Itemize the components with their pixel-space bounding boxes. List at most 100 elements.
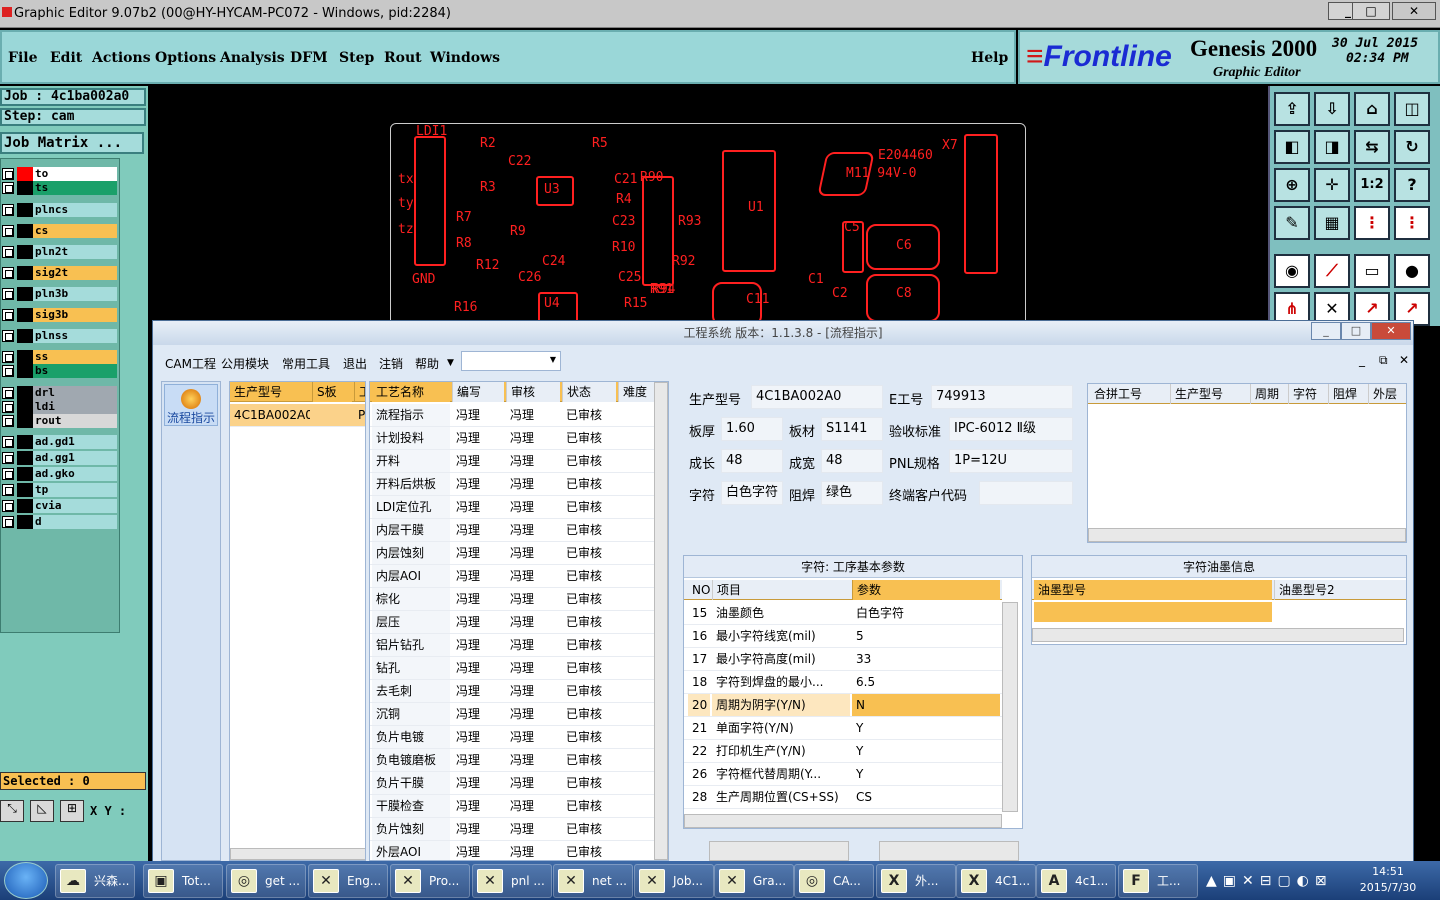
char-field[interactable]: 白色字符 [721,481,783,505]
layer-checkbox[interactable] [2,415,14,427]
standard-field[interactable]: IPC-6012 Ⅱ级 [949,417,1073,441]
table-row[interactable]: 22 打印机生产(Y/N) Y [684,740,1002,763]
table-row[interactable]: 18 字符到焊盘的最小... 6.5 [684,671,1002,694]
job-matrix-button[interactable]: Job Matrix ... [0,132,144,154]
layer-checkbox[interactable] [2,365,14,377]
home-up-icon[interactable]: ⇪ [1274,92,1310,126]
taskbar-item[interactable]: F 工... [1118,864,1198,898]
net-icon[interactable]: ⋮ [1354,206,1390,240]
taskbar-item[interactable]: ◎ CA... [794,864,874,898]
process-grid-vscroll[interactable] [654,382,668,860]
start-button[interactable] [4,862,48,899]
tray-icons[interactable]: ▲▣✕⊟▢◐⊠ [1206,873,1333,889]
layer-color-swatch[interactable] [17,245,33,259]
layer-row[interactable]: plncs [1,203,119,217]
menu-chevron-icon[interactable]: ▼ [447,358,454,368]
zoom-tool-icon[interactable]: ⤡ [0,800,24,822]
col-reviewer[interactable]: 审核 [506,382,560,402]
part-no-field[interactable]: 4C1BA002A0 [751,385,883,409]
erp-minimize-button[interactable]: _ [1311,322,1341,340]
table-row[interactable]: 计划投料 冯理 冯理 已审核 [370,427,654,450]
erp-close-button[interactable]: ✕ [1371,322,1411,340]
layer-color-swatch[interactable] [17,451,33,465]
home-down-icon[interactable]: ⇩ [1314,92,1350,126]
layer-row[interactable]: sig3b [1,308,119,322]
layer-color-swatch[interactable] [17,167,33,181]
zoom-fit-icon[interactable]: ⊕ [1274,168,1310,202]
table-row[interactable]: 4C1BA002A0 P1 [230,404,365,427]
menu-exit[interactable]: 退出 [343,355,367,372]
table-row[interactable]: 内层AOI 冯理 冯理 已审核 [370,565,654,588]
menu-file[interactable]: File [8,50,37,66]
table-row[interactable]: 开料 冯理 冯理 已审核 [370,450,654,473]
part-grid-hscroll[interactable] [230,848,365,860]
menu-actions[interactable]: Actions [92,50,151,66]
table-row[interactable]: 20 周期为阴字(Y/N) N [684,694,1002,717]
circle-icon[interactable]: ● [1394,254,1430,288]
table-row[interactable]: 沉铜 冯理 冯理 已审核 [370,703,654,726]
layer-name[interactable]: ldi [33,400,117,414]
layer-name[interactable]: cvia [33,499,117,513]
col-merge-char[interactable]: 字符 [1288,384,1326,404]
layer-name[interactable]: ad.gd1 [33,435,117,449]
col-merge-cycle[interactable]: 周期 [1250,384,1286,404]
layer-row[interactable]: rout [1,414,119,428]
layer-color-swatch[interactable] [17,386,33,400]
table-row[interactable]: 棕化 冯理 冯理 已审核 [370,588,654,611]
job-field[interactable]: Job : 4c1ba002a0 [0,88,146,106]
layer-row[interactable]: cs [1,224,119,238]
table-row[interactable]: 开料后烘板 冯理 冯理 已审核 [370,473,654,496]
col-merge-no[interactable]: 合拼工号 [1090,384,1168,404]
pad-icon[interactable]: ◉ [1274,254,1310,288]
layer-name[interactable]: ad.gko [33,467,117,481]
taskbar-item[interactable]: ✕ pnl ... [472,864,552,898]
table-row[interactable]: 流程指示 冯理 冯理 已审核 [370,404,654,427]
layer-name[interactable]: tp [33,483,117,497]
taskbar-item[interactable]: ✕ Eng... [308,864,388,898]
length-field[interactable]: 48 [721,449,783,473]
home-icon[interactable]: ⌂ [1354,92,1390,126]
layer-name[interactable]: cs [33,224,117,238]
pnl-field[interactable]: 1P=12U [949,449,1073,473]
layer-name[interactable]: sig3b [33,308,117,322]
erp-combo[interactable]: ▼ [461,351,561,371]
layer-color-swatch[interactable] [17,308,33,322]
table-row[interactable]: 铝片钻孔 冯理 冯理 已审核 [370,634,654,657]
layer-color-swatch[interactable] [17,467,33,481]
erp-maximize-button[interactable]: □ [1341,322,1371,340]
flow-nav-button[interactable]: 流程指示 [164,384,218,426]
layer-name[interactable]: to [33,167,117,181]
table-row[interactable]: 16 最小字符线宽(mil) 5 [684,625,1002,648]
menu-common-module[interactable]: 公用模块 [221,355,269,372]
merge-grid-hscroll[interactable] [1088,528,1406,542]
layer-color-swatch[interactable] [17,350,33,364]
layer-row[interactable]: cvia [1,499,119,513]
e-no-field[interactable]: 749913 [931,385,1073,409]
params-vscroll[interactable] [1002,602,1018,812]
layer-row[interactable]: ad.gg1 [1,451,119,465]
params-hscroll[interactable] [684,814,1002,828]
col-s-board[interactable]: S板 [312,382,352,402]
menu-rout[interactable]: Rout [384,50,422,66]
table-row[interactable]: 17 最小字符高度(mil) 33 [684,648,1002,671]
layer-checkbox[interactable] [2,351,14,363]
col-extra[interactable]: 工 [354,382,365,402]
layer-checkbox[interactable] [2,246,14,258]
layer-row[interactable]: drl [1,386,119,400]
menu-common-tools[interactable]: 常用工具 [282,355,330,372]
menu-windows[interactable]: Windows [430,50,500,66]
layer-checkbox[interactable] [2,484,14,496]
table-row[interactable]: LDI定位孔 冯理 冯理 已审核 [370,496,654,519]
col-ink-type[interactable]: 油墨型号 [1034,580,1272,600]
layer-checkbox[interactable] [2,204,14,216]
menu-options[interactable]: Options [155,50,216,66]
layer-row[interactable]: ad.gko [1,467,119,481]
menu-dfm[interactable]: DFM [290,50,328,66]
layer-name[interactable]: plncs [33,203,117,217]
taskbar-item[interactable]: ▣ Tot... [143,864,223,898]
taskbar-item[interactable]: ✕ Gra... [714,864,794,898]
layer-row[interactable]: plnss [1,329,119,343]
window-icon[interactable]: ◫ [1394,92,1430,126]
menu-logout[interactable]: 注销 [379,355,403,372]
layer-checkbox[interactable] [2,500,14,512]
